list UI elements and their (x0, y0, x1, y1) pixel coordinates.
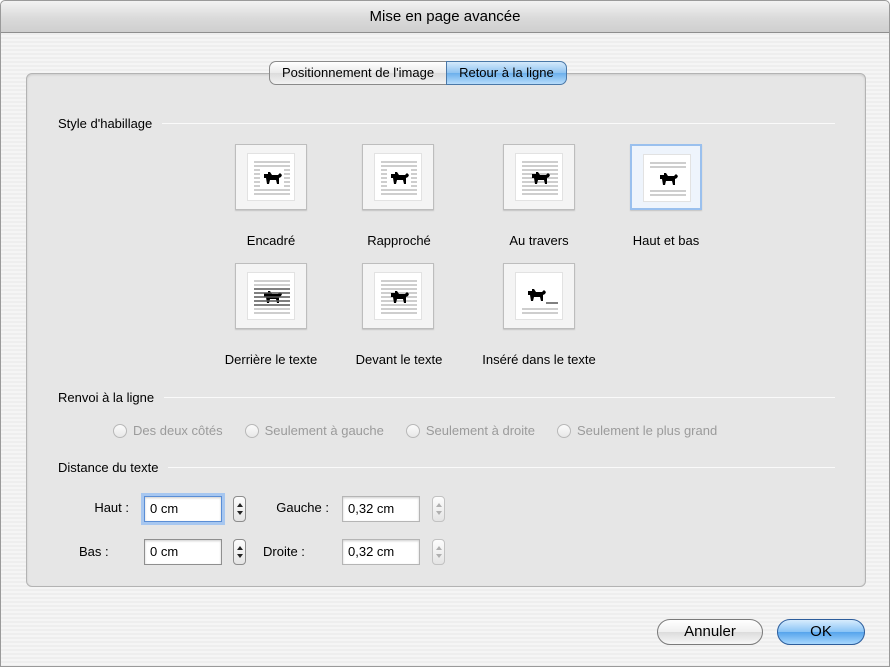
radio-right-only[interactable]: Seulement à droite (405, 423, 535, 438)
wrap-top-bottom-icon (643, 154, 691, 202)
divider (168, 466, 835, 468)
wrap-tight-button[interactable] (362, 144, 434, 210)
stepper-up-arrow-icon[interactable] (237, 546, 243, 550)
radio-label: Seulement à gauche (264, 423, 384, 438)
stepper-up-arrow-icon[interactable] (436, 503, 442, 507)
wrap-text-section: Renvoi à la ligne (58, 389, 835, 405)
wrap-inline-button[interactable] (503, 263, 575, 329)
wrap-behind-text-button[interactable] (235, 263, 307, 329)
radio-circle (244, 423, 259, 438)
wrap-behind-text-icon (247, 272, 295, 320)
bottom-distance-stepper[interactable] (233, 539, 246, 565)
divider (162, 122, 835, 124)
radio-circle (405, 423, 420, 438)
radio-label: Seulement le plus grand (577, 423, 718, 438)
right-distance-label: Droite : (263, 544, 305, 559)
distance-header: Distance du texte (58, 459, 159, 475)
radio-circle (557, 423, 571, 438)
wrap-inline-label: Inséré dans le texte (482, 352, 596, 367)
wrap-top-bottom-button[interactable] (630, 144, 702, 210)
radio-label: Seulement à droite (425, 423, 535, 438)
left-distance-stepper[interactable] (432, 496, 445, 522)
bottom-distance-input[interactable]: 0 cm (144, 539, 222, 565)
top-distance-input[interactable]: 0 cm (144, 496, 222, 522)
radio-label: Des deux côtés (133, 423, 223, 438)
wrap-in-front-of-text-icon (374, 272, 422, 320)
wrap-square-icon (247, 153, 295, 201)
divider (164, 396, 835, 398)
tab-bar: Positionnement de l'image Retour à la li… (269, 61, 567, 85)
wrap-text-header: Renvoi à la ligne (58, 389, 155, 405)
wrap-in-front-of-text-label: Devant le texte (355, 352, 443, 367)
top-distance-label: Haut : (94, 500, 129, 515)
wrap-square-button[interactable] (235, 144, 307, 210)
right-distance-stepper[interactable] (432, 539, 445, 565)
left-distance-label: Gauche : (276, 500, 329, 515)
stepper-up-arrow-icon[interactable] (237, 503, 243, 507)
wrap-through-icon (515, 153, 563, 201)
stepper-down-arrow-icon[interactable] (237, 511, 243, 515)
window-title: Mise en page avancée (1, 1, 889, 33)
dialog-window: Mise en page avancée Positionnement de l… (0, 0, 890, 667)
stepper-down-arrow-icon[interactable] (436, 554, 442, 558)
wrap-tight-icon (374, 153, 422, 201)
top-distance-stepper[interactable] (233, 496, 246, 522)
wrap-tight-label: Rapproché (367, 233, 431, 248)
wrap-top-bottom-label: Haut et bas (632, 233, 700, 248)
radio-both-sides[interactable]: Des deux côtés (113, 423, 223, 438)
wrap-inline-icon (515, 272, 563, 320)
radio-circle (113, 423, 127, 438)
wrap-in-front-of-text-button[interactable] (362, 263, 434, 329)
cancel-button[interactable]: Annuler (657, 619, 763, 645)
ok-button[interactable]: OK (777, 619, 865, 645)
wrap-style-section: Style d'habillage (58, 115, 835, 131)
tab-positionnement[interactable]: Positionnement de l'image (269, 61, 447, 85)
radio-left-only[interactable]: Seulement à gauche (244, 423, 384, 438)
stepper-up-arrow-icon[interactable] (436, 546, 442, 550)
distance-section: Distance du texte (58, 459, 835, 475)
wrap-through-button[interactable] (503, 144, 575, 210)
wrap-text-radio-group: Des deux côtés Seulement à gauche Seulem… (113, 423, 739, 438)
wrap-style-header: Style d'habillage (58, 115, 153, 131)
tab-retour-ligne[interactable]: Retour à la ligne (446, 61, 567, 85)
left-distance-input[interactable]: 0,32 cm (342, 496, 420, 522)
bottom-distance-label: Bas : (79, 544, 109, 559)
radio-largest-only[interactable]: Seulement le plus grand (557, 423, 717, 438)
stepper-down-arrow-icon[interactable] (436, 511, 442, 515)
stepper-down-arrow-icon[interactable] (237, 554, 243, 558)
right-distance-input[interactable]: 0,32 cm (342, 539, 420, 565)
